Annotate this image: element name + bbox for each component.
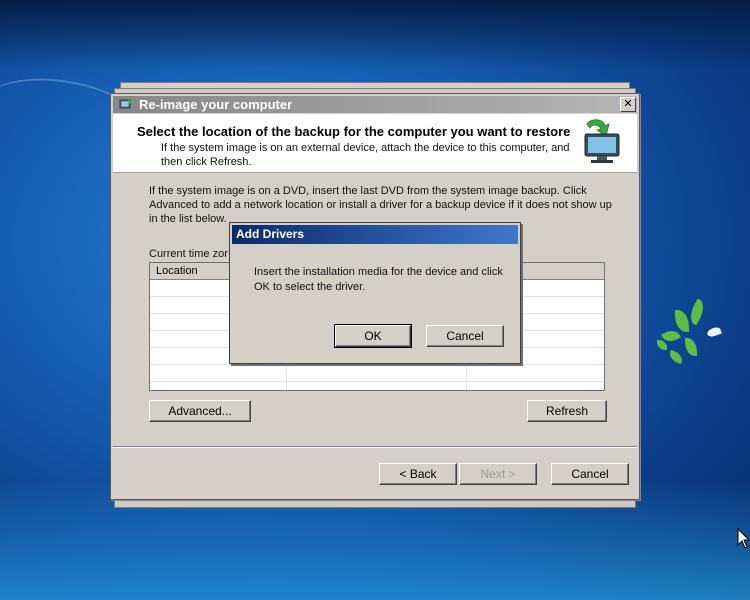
advanced-button[interactable]: Advanced... (149, 400, 251, 422)
refresh-button[interactable]: Refresh (527, 400, 607, 422)
cancel-button[interactable]: Cancel (551, 463, 629, 485)
system-restore-icon (119, 99, 132, 109)
header-title: Select the location of the backup for th… (137, 124, 571, 139)
ok-button[interactable]: OK (334, 324, 412, 348)
window-close-button[interactable]: ✕ (620, 97, 636, 112)
window-title: Re-image your computer (139, 97, 293, 112)
dialog-cancel-button[interactable]: Cancel (426, 325, 504, 347)
mouse-pointer-icon (737, 528, 750, 549)
desktop-top-shade (0, 0, 750, 70)
next-button: Next > (459, 463, 537, 485)
desktop-plant-decoration (655, 298, 750, 510)
computer-restore-icon (584, 119, 620, 163)
list-row[interactable] (150, 364, 604, 382)
dialog-title[interactable]: Add Drivers (232, 225, 518, 244)
dialog-message: Insert the installation media for the de… (254, 266, 503, 293)
timezone-label: Current time zor (149, 248, 228, 260)
window-titlebar[interactable]: Re-image your computer ✕ (113, 96, 637, 113)
instructions-text: If the system image is on a DVD, insert … (149, 185, 612, 225)
add-drivers-dialog: Add Drivers Insert the installation medi… (229, 222, 521, 364)
bird-shape (706, 325, 722, 339)
header-subtitle: If the system image is on an external de… (161, 142, 570, 168)
footer-separator (113, 446, 637, 448)
back-button[interactable]: < Back (379, 463, 457, 485)
wizard-header: Select the location of the backup for th… (113, 114, 637, 173)
